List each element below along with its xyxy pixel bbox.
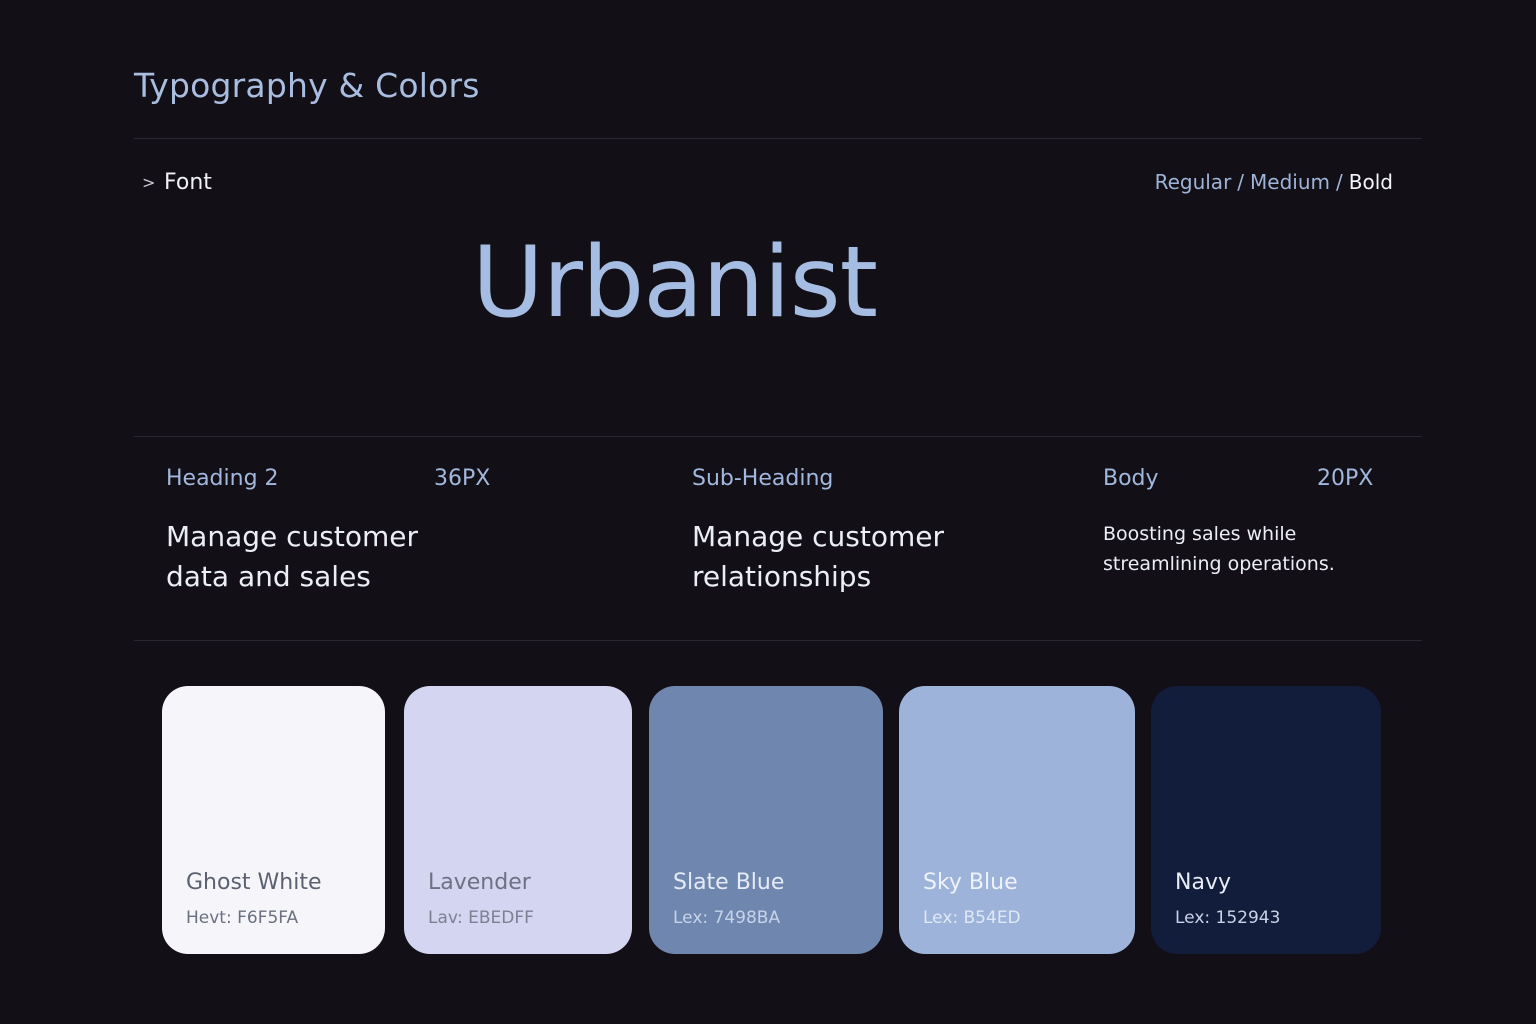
font-section-toggle[interactable]: > Font xyxy=(142,170,212,195)
swatch-name: Navy xyxy=(1175,870,1231,895)
type-style-heading-2: Heading 2 Manage customer data and sales xyxy=(166,466,466,597)
section-divider xyxy=(134,640,1422,641)
weight-bold: Bold xyxy=(1348,170,1393,194)
weight-separator: / xyxy=(1237,170,1245,194)
swatch-code: Lex: 7498BA xyxy=(673,908,781,928)
type-style-sample: Manage customer relationships xyxy=(692,520,944,593)
color-swatch-sky-blue: Sky Blue Lex: B54ED xyxy=(899,686,1135,954)
section-divider xyxy=(134,138,1422,139)
color-swatch-navy: Navy Lex: 152943 xyxy=(1151,686,1381,954)
type-style-name: Sub-Heading xyxy=(692,466,834,491)
type-style-sample: Manage customer data and sales xyxy=(166,520,418,593)
font-weights: Regular / Medium / Bold xyxy=(1155,170,1393,194)
swatch-name: Ghost White xyxy=(186,870,322,895)
type-style-name: Heading 2 xyxy=(166,466,279,491)
color-swatch-lavender: Lavender Lav: EBEDFF xyxy=(404,686,632,954)
swatch-code: Lex: 152943 xyxy=(1175,908,1281,928)
section-divider xyxy=(134,436,1422,437)
swatch-name: Sky Blue xyxy=(923,870,1018,895)
font-section-label: Font xyxy=(164,170,212,195)
type-style-sub-heading: Sub-Heading Manage customer relationship… xyxy=(692,466,992,597)
swatch-code: Hevt: F6F5FA xyxy=(186,908,299,928)
type-style-size: 36PX xyxy=(434,466,491,491)
weight-regular: Regular xyxy=(1154,170,1232,194)
swatch-name: Lavender xyxy=(428,870,531,895)
type-style-sample: Boosting sales while streamlining operat… xyxy=(1103,523,1335,575)
type-style-size: 20PX xyxy=(1317,466,1374,491)
color-swatch-slate-blue: Slate Blue Lex: 7498BA xyxy=(649,686,883,954)
page-title: Typography & Colors xyxy=(134,66,480,105)
swatch-code: Lav: EBEDFF xyxy=(428,908,534,928)
chevron-right-icon: > xyxy=(142,173,156,192)
swatch-code: Lex: B54ED xyxy=(923,908,1021,928)
color-swatch-ghost-white: Ghost White Hevt: F6F5FA xyxy=(162,686,385,954)
swatch-name: Slate Blue xyxy=(673,870,785,895)
weight-separator: / xyxy=(1336,170,1343,194)
weight-medium: Medium xyxy=(1250,170,1331,194)
font-sample: Urbanist xyxy=(472,226,878,340)
